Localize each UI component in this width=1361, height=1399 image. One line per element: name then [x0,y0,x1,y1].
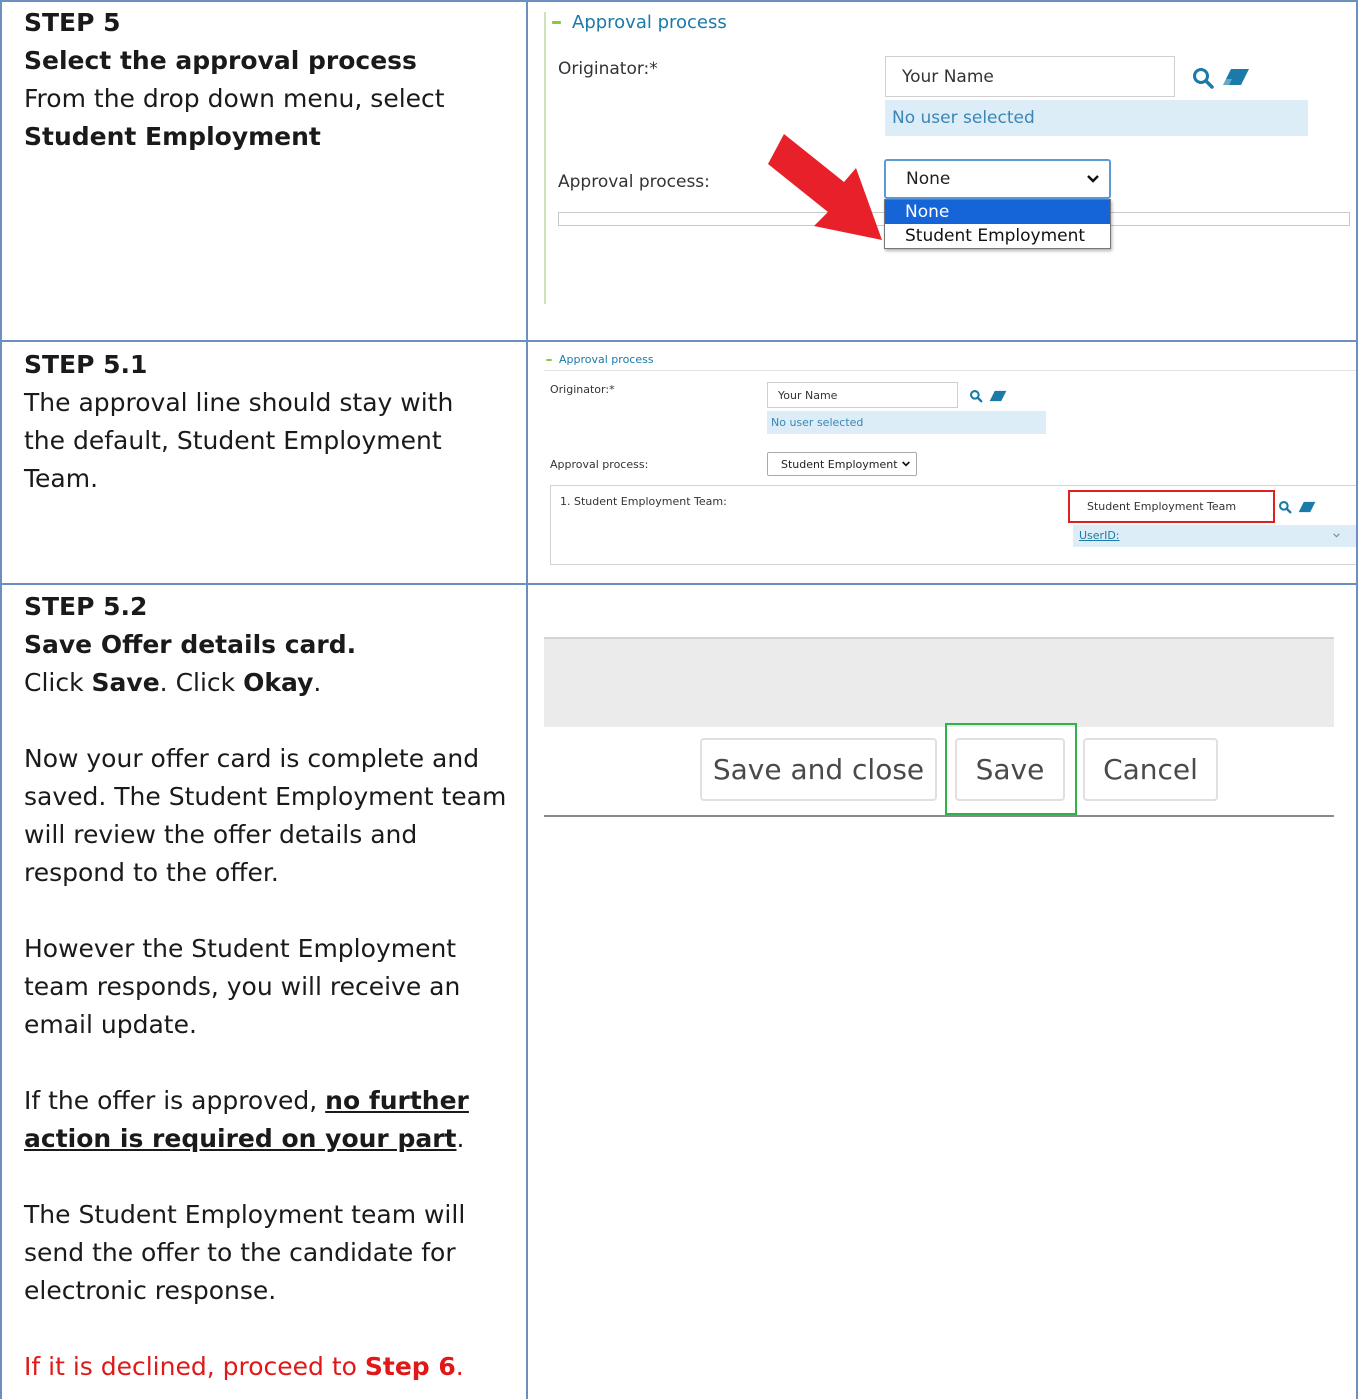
section-title: Approval process [559,353,654,366]
step-instruction-emphasis: Student Employment [24,122,321,151]
no-user-selected: No user selected [885,100,1308,136]
step5-2-screenshot: Save and close Save Cancel [528,585,1356,845]
chevron-down-icon [1087,175,1099,183]
search-icon[interactable] [1191,66,1215,90]
section-header[interactable]: Approval process [546,353,654,366]
save-and-close-button[interactable]: Save and close [700,738,937,801]
userid-row[interactable]: UserID: [1073,525,1356,547]
section-header-underline [544,370,1356,371]
grey-band [544,637,1334,727]
approval-process-select[interactable]: None [884,159,1111,199]
table-border-right-lower [1356,584,1358,1399]
dropdown-option-none[interactable]: None [885,200,1110,224]
originator-label: Originator:* [558,59,658,79]
eraser-icon[interactable] [989,390,1007,402]
step-title: STEP 5.2 [24,592,148,621]
red-arrow-annotation [768,134,882,240]
approval-process-label: Approval process: [558,172,710,192]
originator-input[interactable]: Your Name [767,382,958,408]
paragraph-complete: Now your offer card is complete and save… [24,744,507,887]
paragraph-send: The Student Employment team will send th… [24,1200,466,1305]
selected-option: None [906,169,951,189]
dropdown-list: None Student Employment [884,199,1111,249]
step-subtitle: Save Offer details card. [24,630,357,659]
search-icon[interactable] [1278,500,1292,514]
step5-1-text: STEP 5.1 The approval line should stay w… [24,346,514,498]
collapse-icon[interactable] [552,21,561,24]
approval-process-label: Approval process: [550,458,649,471]
section-header[interactable]: Approval process [552,12,727,33]
chevron-down-icon [902,461,910,467]
originator-value: Your Name [902,66,994,87]
step5-1-screenshot: Approval process Originator:* Your Name … [528,342,1356,583]
table-border-right [1356,0,1358,584]
chevron-down-icon [1333,533,1340,538]
eraser-icon[interactable] [1298,501,1316,513]
step-subtitle: Select the approval process [24,46,417,75]
originator-input[interactable]: Your Name [885,56,1175,97]
dropdown-option-student-employment[interactable]: Student Employment [885,224,1110,248]
step-instruction: From the drop down menu, select [24,84,445,113]
userid-label: UserID: [1079,529,1120,542]
click-instruction: Click Save. Click Okay. [24,668,322,697]
approver-input[interactable]: Student Employment Team [1068,490,1275,523]
search-icon[interactable] [969,389,983,403]
step-title: STEP 5.1 [24,350,148,379]
eraser-icon[interactable] [1222,68,1250,86]
selected-option: Student Employment [781,457,898,471]
originator-label: Originator:* [550,383,615,396]
step5-2-text: STEP 5.2 Save Offer details card. Click … [24,588,514,1386]
paragraph-email: However the Student Employment team resp… [24,934,461,1039]
collapse-icon[interactable] [546,358,552,361]
instruction-table: STEP 5 Select the approval process From … [0,0,1361,1399]
approver-value: Student Employment Team [1087,500,1237,513]
approval-step-label: 1. Student Employment Team: [560,495,727,508]
no-user-selected: No user selected [767,411,1046,434]
paragraph-declined: If it is declined, proceed to Step 6. [24,1352,464,1381]
step-body: The approval line should stay with the d… [24,388,454,493]
section-title: Approval process [572,12,727,33]
footer-line [544,815,1334,817]
section-left-rule [544,12,546,304]
approval-process-select[interactable]: Student Employment [767,452,917,476]
paragraph-approved: If the offer is approved, no further act… [24,1086,469,1153]
step5-text: STEP 5 Select the approval process From … [24,4,514,156]
originator-value: Your Name [778,388,838,402]
step-title: STEP 5 [24,8,121,37]
table-border-left [0,0,2,1399]
cancel-button[interactable]: Cancel [1083,738,1218,801]
step5-screenshot: Approval process Originator:* Your Name … [528,2,1356,340]
save-highlight-box [945,723,1077,815]
